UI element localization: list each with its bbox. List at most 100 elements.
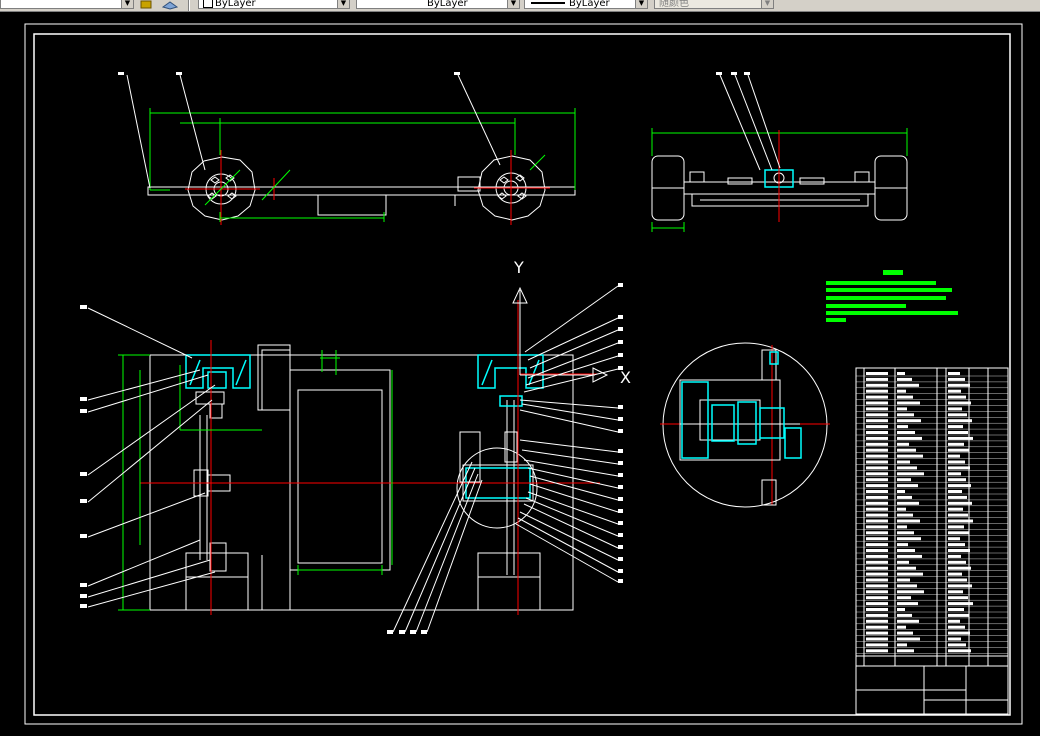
parts-row-text bbox=[948, 513, 968, 517]
parts-row-text bbox=[897, 566, 916, 570]
color-combo[interactable]: ByLayer ▼ bbox=[198, 0, 350, 9]
parts-row-text bbox=[866, 602, 888, 606]
parts-row-text bbox=[948, 566, 971, 570]
lineweight-swatch bbox=[531, 2, 565, 4]
drawing-canvas[interactable]: Y X bbox=[0, 11, 1040, 736]
parts-row-text bbox=[897, 478, 911, 482]
parts-row-text bbox=[948, 525, 964, 529]
parts-row-text bbox=[948, 572, 962, 576]
parts-row-text bbox=[948, 383, 970, 387]
parts-row-text bbox=[866, 543, 888, 547]
parts-row-text bbox=[897, 431, 915, 434]
parts-row-text bbox=[897, 519, 920, 523]
parts-row-text bbox=[897, 554, 922, 558]
detail-view bbox=[660, 342, 830, 508]
parts-row-text bbox=[866, 407, 888, 411]
parts-row-text bbox=[897, 513, 913, 517]
parts-row-text bbox=[897, 596, 911, 600]
parts-row-text bbox=[897, 543, 908, 547]
parts-row-text bbox=[897, 602, 918, 606]
parts-row-text bbox=[897, 578, 910, 582]
parts-row-text bbox=[866, 549, 888, 552]
parts-row-text bbox=[866, 554, 888, 558]
parts-row-text bbox=[948, 631, 970, 635]
parts-row-text bbox=[948, 590, 963, 594]
plan-leaders bbox=[87, 285, 619, 633]
parts-row-text bbox=[948, 478, 966, 482]
parts-row-text bbox=[866, 401, 888, 405]
chevron-down-icon[interactable]: ▼ bbox=[337, 0, 349, 8]
parts-row-text bbox=[866, 619, 888, 623]
parts-row-text bbox=[948, 372, 960, 375]
parts-row-text bbox=[948, 554, 961, 558]
parts-row-text bbox=[866, 519, 888, 523]
parts-row-text bbox=[897, 525, 907, 529]
parts-row-text bbox=[948, 619, 960, 623]
parts-row-text bbox=[866, 525, 888, 529]
parts-row-text bbox=[948, 442, 964, 446]
plotstyle-combo[interactable]: 随颜色 ▼ bbox=[654, 0, 774, 9]
parts-row-text bbox=[948, 637, 961, 641]
parts-row-text bbox=[866, 637, 888, 641]
parts-row-text bbox=[948, 484, 971, 488]
parts-row-text bbox=[897, 401, 920, 405]
parts-row-text bbox=[866, 425, 888, 429]
parts-row-text bbox=[897, 389, 906, 393]
parts-row-text bbox=[866, 578, 888, 582]
parts-row-text bbox=[866, 395, 888, 399]
parts-row-text bbox=[897, 549, 915, 552]
parts-row-text bbox=[866, 572, 888, 576]
parts-row-text bbox=[897, 625, 906, 629]
parts-row-text bbox=[948, 419, 972, 423]
chevron-down-icon[interactable]: ▼ bbox=[507, 0, 519, 8]
parts-row-text bbox=[948, 543, 965, 547]
end-elevation-leaders bbox=[719, 74, 781, 171]
ucs-y-label: Y bbox=[513, 258, 524, 277]
parts-row-text bbox=[897, 613, 912, 617]
layer-combo[interactable]: ▼ bbox=[0, 0, 134, 9]
parts-row-text bbox=[897, 466, 917, 470]
parts-row-text bbox=[897, 454, 923, 458]
color-combo-value: ByLayer bbox=[215, 0, 256, 9]
parts-row-text bbox=[897, 495, 912, 499]
parts-row-text bbox=[897, 436, 922, 440]
chevron-down-icon[interactable]: ▼ bbox=[635, 0, 647, 8]
lineweight-combo-value: ByLayer bbox=[569, 0, 610, 9]
parts-row-text bbox=[866, 566, 888, 570]
parts-row-text bbox=[866, 431, 888, 434]
parts-row-text bbox=[897, 413, 914, 417]
parts-row-text bbox=[897, 484, 918, 488]
parts-row-text bbox=[866, 596, 888, 600]
parts-row-text bbox=[897, 460, 910, 464]
parts-row-text bbox=[897, 372, 905, 375]
linetype-combo[interactable]: ByLayer ▼ bbox=[356, 0, 520, 9]
parts-row-text bbox=[948, 389, 961, 393]
parts-row-text bbox=[897, 507, 906, 511]
parts-row-text bbox=[897, 383, 919, 387]
parts-row-text bbox=[866, 507, 888, 511]
parts-row-text bbox=[897, 537, 921, 541]
parts-row-text bbox=[948, 643, 966, 647]
parts-row-text bbox=[866, 513, 888, 517]
parts-row-text bbox=[948, 507, 963, 511]
parts-row-text bbox=[866, 613, 888, 617]
bracket bbox=[457, 176, 481, 192]
lineweight-combo[interactable]: ByLayer ▼ bbox=[524, 0, 648, 9]
parts-row-text bbox=[866, 531, 888, 535]
parts-row-text bbox=[948, 519, 973, 523]
parts-row-text bbox=[948, 436, 973, 440]
chevron-down-icon[interactable]: ▼ bbox=[761, 0, 773, 8]
parts-row-text bbox=[948, 377, 965, 381]
layer-state-icon[interactable] bbox=[140, 0, 154, 9]
color-combo-swatch bbox=[203, 0, 213, 8]
side-elevation-leaders bbox=[126, 74, 501, 189]
toolbar-separator bbox=[188, 0, 190, 11]
parts-row-text bbox=[866, 466, 888, 470]
parts-row-text bbox=[866, 383, 888, 387]
parts-row-text bbox=[948, 460, 965, 464]
layer-previous-icon[interactable] bbox=[161, 0, 179, 10]
parts-row-text bbox=[866, 372, 888, 375]
parts-row-text bbox=[866, 560, 888, 564]
parts-row-text bbox=[897, 584, 917, 588]
chevron-down-icon[interactable]: ▼ bbox=[121, 0, 133, 8]
